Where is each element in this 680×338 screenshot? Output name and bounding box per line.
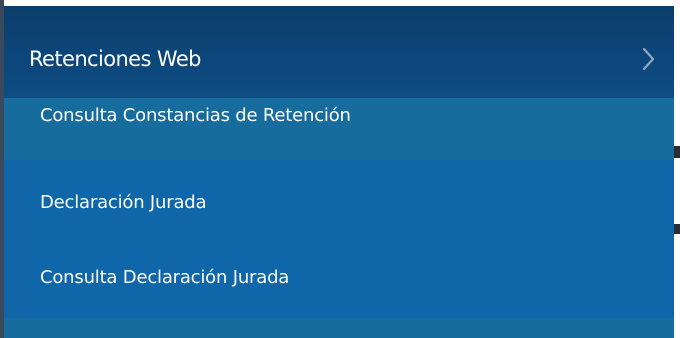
- menu-header-label: Retenciones Web: [29, 47, 201, 71]
- menu-bottom-strip: [4, 318, 674, 338]
- menu-item-declaracion-jurada[interactable]: Declaración Jurada: [4, 160, 674, 240]
- menu-item-consulta-declaracion-jurada[interactable]: Consulta Declaración Jurada: [4, 240, 674, 318]
- chevron-right-icon[interactable]: [638, 46, 660, 72]
- screenshot-frame: Retenciones Web Consulta Constancias de …: [0, 0, 680, 338]
- menu-item-consulta-constancias[interactable]: Consulta Constancias de Retención: [4, 98, 674, 160]
- edge-mark: [674, 146, 680, 158]
- menu-item-label: Consulta Declaración Jurada: [40, 267, 290, 288]
- edge-mark: [674, 224, 680, 234]
- menu-item-label: Declaración Jurada: [40, 192, 207, 213]
- retenciones-menu: Retenciones Web Consulta Constancias de …: [4, 6, 674, 338]
- menu-item-label: Consulta Constancias de Retención: [40, 105, 351, 126]
- window-right-edge: [674, 0, 680, 338]
- menu-header-retenciones-web[interactable]: Retenciones Web: [4, 6, 674, 98]
